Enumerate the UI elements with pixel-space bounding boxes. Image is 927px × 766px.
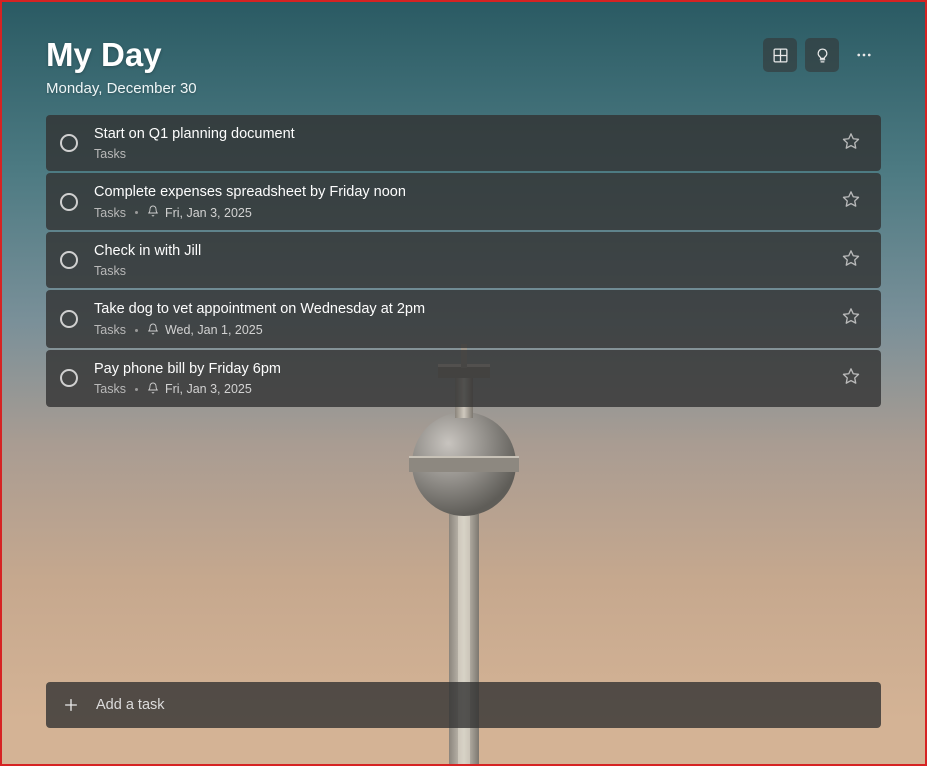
task-complete-checkbox[interactable]: [60, 193, 78, 211]
star-icon: [842, 367, 860, 390]
task-title: Check in with Jill: [94, 242, 821, 260]
task-row[interactable]: Start on Q1 planning document Tasks: [46, 115, 881, 171]
task-body: Pay phone bill by Friday 6pm Tasks Fri, Ja…: [94, 360, 821, 397]
plus-icon: [62, 696, 80, 714]
task-reminder: Fri, Jan 3, 2025: [147, 205, 252, 220]
star-button[interactable]: [837, 129, 865, 157]
task-complete-checkbox[interactable]: [60, 310, 78, 328]
task-complete-checkbox[interactable]: [60, 134, 78, 152]
bell-icon: [147, 382, 159, 397]
grid-button[interactable]: [763, 38, 797, 72]
task-row[interactable]: Check in with Jill Tasks: [46, 232, 881, 288]
task-list-name: Tasks: [94, 323, 126, 337]
task-meta: Tasks: [94, 264, 821, 278]
task-reminder: Wed, Jan 1, 2025: [147, 323, 263, 338]
task-reminder-date: Fri, Jan 3, 2025: [165, 206, 252, 220]
task-body: Start on Q1 planning document Tasks: [94, 125, 821, 161]
meta-separator: [135, 329, 138, 332]
task-meta: Tasks Fri, Jan 3, 2025: [94, 382, 821, 397]
star-button[interactable]: [837, 305, 865, 333]
header: My Day Monday, December 30: [2, 2, 925, 115]
task-list-name: Tasks: [94, 147, 126, 161]
star-icon: [842, 249, 860, 272]
meta-separator: [135, 388, 138, 391]
task-title: Pay phone bill by Friday 6pm: [94, 360, 821, 378]
more-icon: [855, 46, 873, 64]
task-list-name: Tasks: [94, 382, 126, 396]
bell-icon: [147, 205, 159, 220]
meta-separator: [135, 211, 138, 214]
star-button[interactable]: [837, 246, 865, 274]
star-button[interactable]: [837, 364, 865, 392]
task-list: Start on Q1 planning document Tasks Comple…: [2, 115, 925, 407]
task-body: Take dog to vet appointment on Wednesday…: [94, 300, 821, 337]
task-row[interactable]: Pay phone bill by Friday 6pm Tasks Fri, Ja…: [46, 350, 881, 407]
star-button[interactable]: [837, 188, 865, 216]
task-reminder-date: Wed, Jan 1, 2025: [165, 323, 263, 337]
add-task-bar[interactable]: [46, 682, 881, 728]
task-row[interactable]: Take dog to vet appointment on Wednesday…: [46, 290, 881, 347]
task-title: Take dog to vet appointment on Wednesday…: [94, 300, 821, 318]
lightbulb-icon: [814, 47, 831, 64]
header-actions: [763, 38, 881, 72]
star-icon: [842, 307, 860, 330]
task-meta: Tasks Wed, Jan 1, 2025: [94, 323, 821, 338]
task-reminder: Fri, Jan 3, 2025: [147, 382, 252, 397]
task-meta: Tasks Fri, Jan 3, 2025: [94, 205, 821, 220]
task-meta: Tasks: [94, 147, 821, 161]
task-list-name: Tasks: [94, 206, 126, 220]
task-list-name: Tasks: [94, 264, 126, 278]
task-reminder-date: Fri, Jan 3, 2025: [165, 382, 252, 396]
page-title: My Day: [46, 36, 197, 74]
grid-icon: [772, 47, 789, 64]
suggestions-button[interactable]: [805, 38, 839, 72]
task-body: Complete expenses spreadsheet by Friday …: [94, 183, 821, 220]
task-complete-checkbox[interactable]: [60, 369, 78, 387]
add-task-input[interactable]: [96, 697, 865, 713]
more-button[interactable]: [847, 38, 881, 72]
star-icon: [842, 190, 860, 213]
bell-icon: [147, 323, 159, 338]
task-title: Start on Q1 planning document: [94, 125, 821, 143]
page-date: Monday, December 30: [46, 80, 197, 97]
task-complete-checkbox[interactable]: [60, 251, 78, 269]
task-body: Check in with Jill Tasks: [94, 242, 821, 278]
task-title: Complete expenses spreadsheet by Friday …: [94, 183, 821, 201]
star-icon: [842, 132, 860, 155]
task-row[interactable]: Complete expenses spreadsheet by Friday …: [46, 173, 881, 230]
